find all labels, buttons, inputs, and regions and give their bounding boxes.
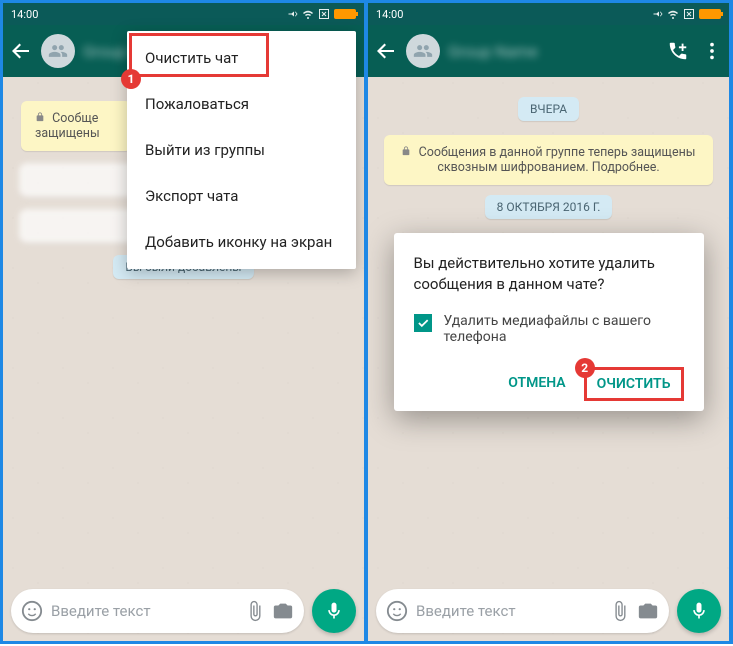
status-bar: 14:00 (3, 3, 364, 25)
menu-export-chat[interactable]: Экспорт чата (127, 173, 356, 219)
close-box-icon (318, 8, 330, 20)
message-input-bar: Введите текст (11, 589, 356, 633)
encryption-notice[interactable]: Сообще защищены (21, 101, 131, 151)
phone-left: 14:00 Group Name Сообще защищены Вы были… (2, 2, 365, 642)
highlight-box-1 (129, 33, 269, 77)
emoji-icon[interactable] (21, 600, 43, 622)
lock-icon (35, 112, 45, 122)
message-input[interactable]: Введите текст (11, 589, 304, 633)
mute-icon (286, 8, 298, 20)
dialog-title: Вы действительно хотите удалить сообщени… (414, 253, 684, 295)
checkbox-label: Удалить медиафайлы с вашего телефона (444, 313, 684, 345)
dialog-overlay: Вы действительно хотите удалить сообщени… (368, 3, 729, 641)
camera-icon[interactable] (272, 600, 294, 622)
dialog-checkbox-row[interactable]: Удалить медиафайлы с вашего телефона (414, 313, 684, 345)
status-icons (286, 8, 356, 20)
menu-add-shortcut[interactable]: Добавить иконку на экран (127, 219, 356, 265)
group-avatar[interactable] (41, 34, 75, 68)
back-icon[interactable] (9, 39, 33, 63)
dialog-buttons: ОТМЕНА ОЧИСТИТЬ (414, 367, 684, 401)
phone-right: 14:00 Group Name ВЧЕРА Сообщения (367, 2, 730, 642)
input-placeholder: Введите текст (51, 602, 230, 620)
group-icon (48, 41, 68, 61)
menu-report[interactable]: Пожаловаться (127, 81, 356, 127)
menu-leave-group[interactable]: Выйти из группы (127, 127, 356, 173)
confirm-dialog: Вы действительно хотите удалить сообщени… (394, 233, 704, 411)
battery-icon (334, 9, 356, 19)
status-time: 14:00 (11, 8, 38, 21)
checkbox-delete-media[interactable] (414, 314, 432, 332)
attach-icon[interactable] (244, 600, 266, 622)
annotation-marker-1: 1 (121, 69, 141, 89)
wifi-icon (302, 8, 314, 20)
cancel-button[interactable]: ОТМЕНА (498, 367, 575, 401)
mic-button[interactable] (312, 589, 356, 633)
mic-icon (324, 601, 344, 621)
side-by-side-container: 14:00 Group Name Сообще защищены Вы были… (0, 0, 733, 644)
check-icon (416, 316, 430, 330)
confirm-clear-button[interactable]: ОЧИСТИТЬ (584, 367, 684, 401)
